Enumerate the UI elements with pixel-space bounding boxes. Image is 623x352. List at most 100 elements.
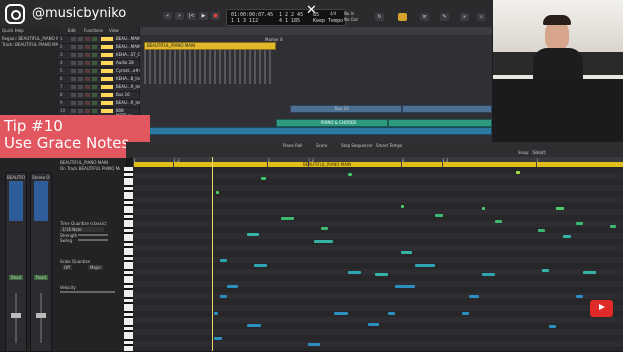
track-header[interactable]: 9 BEAU...R_lel — [59, 100, 140, 108]
midi-note[interactable] — [374, 273, 389, 276]
midi-note[interactable] — [482, 207, 486, 210]
solo-button[interactable] — [78, 101, 83, 105]
close-icon[interactable]: ✕ — [306, 3, 317, 18]
tab-step-sequencer[interactable]: Step Sequencer — [341, 143, 373, 148]
midi-note[interactable] — [388, 312, 395, 315]
track-header[interactable]: 5 Cymat...e#4 — [59, 68, 141, 76]
forward-button[interactable]: » — [175, 12, 184, 20]
midi-note[interactable] — [367, 323, 379, 326]
strip1-inserts[interactable] — [9, 181, 23, 221]
playhead[interactable] — [212, 157, 213, 351]
loop-browser-button[interactable]: ∞ — [460, 13, 469, 21]
edit-menu[interactable]: Edit — [68, 28, 76, 33]
midi-note[interactable] — [461, 312, 469, 315]
velocity-slider[interactable] — [60, 291, 115, 293]
strip1-read[interactable]: Read — [9, 275, 24, 280]
midi-note[interactable] — [253, 264, 268, 267]
track-header[interactable]: 8 Bus 16 — [59, 92, 139, 100]
midi-note[interactable] — [247, 233, 260, 236]
region-piano-chords-2[interactable] — [388, 119, 492, 127]
midi-note[interactable] — [555, 207, 564, 210]
list-editors-button[interactable]: ≡ — [420, 13, 429, 21]
input-monitor-button[interactable] — [92, 69, 97, 73]
midi-note[interactable] — [435, 214, 444, 217]
region-bus-2[interactable] — [402, 105, 492, 113]
region-piano-main[interactable]: BEAUTIFUL_PIANO MAIN — [144, 42, 276, 50]
midi-note[interactable] — [247, 324, 261, 327]
mute-button[interactable] — [71, 61, 76, 65]
solo-button[interactable] — [78, 61, 83, 65]
quick-help-label[interactable]: Quick Help — [2, 28, 24, 33]
midi-note[interactable] — [495, 220, 503, 223]
tab-piano-roll[interactable]: Piano Roll — [283, 143, 302, 148]
midi-note[interactable] — [307, 343, 320, 346]
midi-note[interactable] — [220, 259, 227, 262]
midi-note[interactable] — [576, 295, 583, 298]
midi-note[interactable] — [213, 337, 222, 340]
input-monitor-button[interactable] — [92, 77, 97, 81]
rewind-button[interactable]: « — [163, 12, 172, 20]
tab-score[interactable]: Score — [316, 143, 327, 148]
midi-note[interactable] — [414, 264, 436, 267]
subscribe-button[interactable] — [590, 300, 613, 317]
midi-note[interactable] — [280, 217, 295, 220]
midi-note[interactable] — [549, 325, 556, 328]
record-enable-button[interactable] — [85, 85, 90, 89]
track-header[interactable]: 3 KEHA...ST_ON — [59, 52, 144, 60]
strip2-read[interactable]: Read — [34, 275, 49, 280]
region-piano-chords[interactable]: PIANO & CHORDS — [276, 119, 388, 127]
midi-note[interactable] — [562, 235, 571, 238]
snap-select[interactable]: Smart — [531, 150, 548, 155]
strip2-fader[interactable] — [36, 313, 46, 318]
input-monitor-button[interactable] — [92, 101, 97, 105]
solo-button[interactable] — [78, 37, 83, 41]
midi-note[interactable] — [538, 229, 546, 232]
record-enable-button[interactable] — [85, 69, 90, 73]
midi-note[interactable] — [347, 173, 352, 176]
piano-roll-grid[interactable] — [133, 167, 623, 351]
record-enable-button[interactable] — [85, 45, 90, 49]
record-enable-button[interactable] — [85, 77, 90, 81]
scale-off-select[interactable]: Off — [62, 265, 72, 270]
solo-button[interactable] — [78, 53, 83, 57]
track-header[interactable]: 1 BEAU...MAIN — [59, 36, 141, 44]
record-enable-button[interactable] — [85, 37, 90, 41]
midi-note[interactable] — [216, 191, 220, 194]
input-monitor-button[interactable] — [92, 53, 97, 57]
mute-button[interactable] — [71, 37, 76, 41]
midi-note[interactable] — [576, 222, 583, 225]
midi-note[interactable] — [468, 295, 480, 298]
track-header[interactable]: 4 Audio 28 — [59, 60, 139, 68]
solo-button[interactable] — [78, 45, 83, 49]
track-header[interactable]: 7 BEAU...R_lel — [59, 84, 140, 92]
input-monitor-button[interactable] — [92, 37, 97, 41]
strength-slider[interactable] — [78, 234, 108, 236]
functions-menu[interactable]: Functions — [84, 28, 103, 33]
piano-keyboard[interactable] — [124, 167, 133, 351]
mute-button[interactable] — [71, 93, 76, 97]
midi-note[interactable] — [334, 312, 348, 315]
track-header[interactable]: 2 BEAU...MAIN — [59, 44, 141, 52]
input-monitor-button[interactable] — [92, 61, 97, 65]
midi-note[interactable] — [482, 273, 496, 276]
goto-start-button[interactable]: |< — [187, 12, 196, 20]
mute-button[interactable] — [71, 77, 76, 81]
time-quantize-select[interactable]: 1/16 Note — [60, 227, 104, 232]
midi-note[interactable] — [260, 177, 266, 180]
record-enable-button[interactable] — [85, 61, 90, 65]
midi-note[interactable] — [394, 285, 415, 288]
record-enable-button[interactable] — [85, 93, 90, 97]
swing-slider[interactable] — [78, 239, 108, 241]
record-button[interactable]: ● — [211, 12, 220, 20]
track-header[interactable]: 6 KEHA...B_line — [59, 76, 143, 84]
tab-smart-tempo[interactable]: Smart Tempo — [376, 143, 402, 148]
solo-button[interactable] — [78, 93, 83, 97]
midi-note[interactable] — [542, 269, 550, 272]
input-monitor-button[interactable] — [92, 93, 97, 97]
midi-note[interactable] — [320, 227, 328, 230]
solo-button[interactable] — [78, 77, 83, 81]
midi-note[interactable] — [220, 295, 227, 298]
midi-note[interactable] — [515, 171, 520, 174]
solo-button[interactable] — [78, 85, 83, 89]
midi-note[interactable] — [401, 205, 405, 208]
